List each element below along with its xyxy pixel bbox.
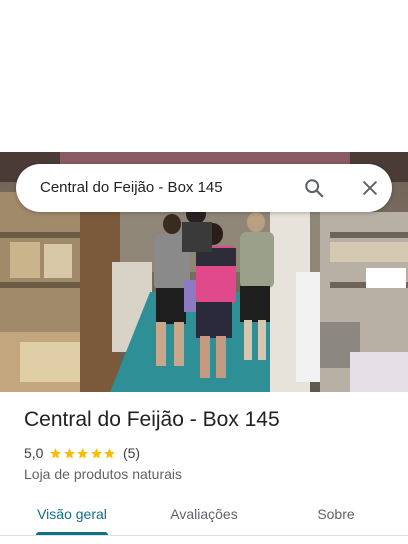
star-icon (104, 447, 116, 458)
rating-value: 5,0 (24, 445, 44, 461)
review-count[interactable]: (5) (123, 445, 140, 461)
search-icon[interactable] (300, 174, 328, 202)
place-category: Loja de produtos naturais (24, 466, 182, 482)
divider (0, 535, 408, 536)
star-rating (49, 447, 117, 460)
place-title: Central do Feijão - Box 145 (24, 408, 280, 431)
tab-about[interactable]: Sobre (306, 496, 366, 532)
rating-row[interactable]: 5,0 (5) (24, 444, 140, 462)
star-icon (50, 447, 62, 458)
tab-overview[interactable]: Visão geral (36, 496, 108, 532)
tab-bar: Visão geral Avaliações Sobre (0, 496, 408, 536)
close-icon[interactable] (356, 174, 384, 202)
search-bar[interactable]: Central do Feijão - Box 145 (16, 164, 392, 212)
star-icon (64, 447, 75, 458)
search-input[interactable]: Central do Feijão - Box 145 (40, 164, 223, 212)
tab-reviews[interactable]: Avaliações (160, 496, 248, 532)
star-icon (91, 447, 102, 458)
star-icon (77, 447, 89, 458)
